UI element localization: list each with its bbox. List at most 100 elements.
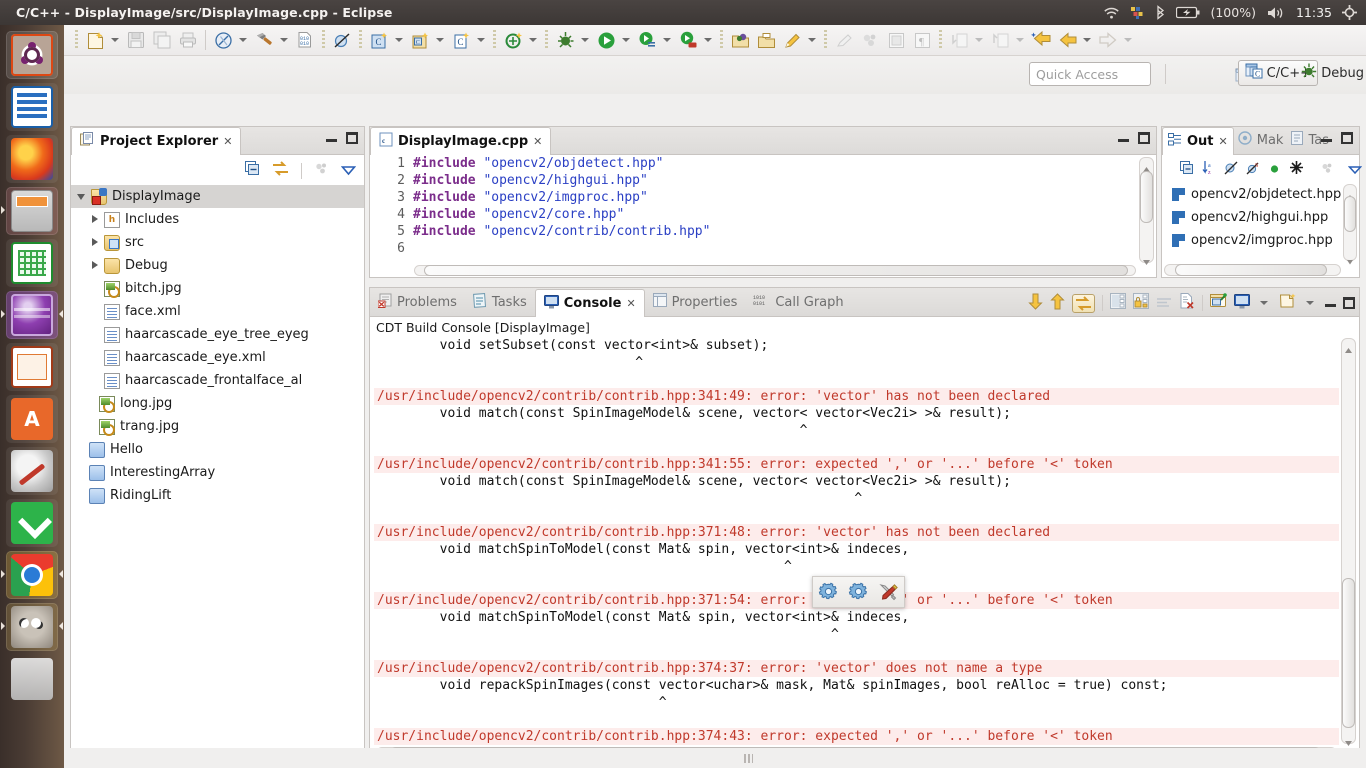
pencil-annotation-dropdown[interactable] [805,28,818,52]
tab-make-target[interactable]: Mak [1234,126,1288,154]
hover-toolbar[interactable] [812,576,905,608]
next-annotation-button[interactable] [947,28,971,52]
maximize-icon[interactable] [346,132,358,144]
tab-tasks[interactable]: Tasks [465,288,535,316]
console-output[interactable]: void setSubset(const vector<int>& subset… [374,337,1339,745]
new-wizard-button[interactable] [83,28,107,52]
pin-console-button[interactable] [1210,293,1227,313]
debug-button[interactable] [553,28,577,52]
quick-access-input[interactable]: Quick Access [1029,62,1151,86]
scroll-up-arrow-icon[interactable] [1141,159,1152,172]
word-wrap-button[interactable] [1156,294,1172,313]
hide-nonpublic-button[interactable] [1268,160,1281,179]
external-tools-dropdown[interactable] [701,28,714,52]
back-button[interactable] [1055,28,1079,52]
perspective-debug[interactable]: Debug [1295,60,1366,86]
twisty-closed-icon[interactable] [90,260,101,271]
display-console-dropdown[interactable] [1257,291,1270,315]
tree-item-debug[interactable]: Debug [71,254,364,277]
toolbar-drag-handle-5[interactable] [545,30,548,50]
pilcrow-button[interactable]: ¶ [910,28,934,52]
new-wizard-dropdown[interactable] [108,28,121,52]
scroll-down-arrow-icon[interactable] [1345,251,1355,265]
outline-item[interactable]: opencv2/objdetect.hpp [1162,183,1359,206]
build-all-dropdown[interactable] [236,28,249,52]
tab-call-graph[interactable]: 1010 0101 Call Graph [745,288,851,316]
launcher-item-google-chrome[interactable] [1,551,63,599]
build-settings-button[interactable] [816,580,840,604]
new-header-button[interactable]: C [449,28,473,52]
tree-item-face-xml[interactable]: face.xml [71,300,364,323]
tree-item-long-jpg[interactable]: long.jpg [71,392,364,415]
close-icon[interactable]: ✕ [223,135,232,148]
save-all-button[interactable] [150,28,174,52]
launcher-item-system-settings[interactable] [6,447,58,495]
launcher-item-libreoffice-writer[interactable] [6,83,58,131]
build-button[interactable] [252,28,276,52]
tab-outline[interactable]: Out ✕ [1162,127,1234,155]
tab-problems[interactable]: Problems [370,288,465,316]
scroll-down-arrow-icon[interactable] [1343,733,1354,746]
tree-item-trang-jpg[interactable]: trang.jpg [71,415,364,438]
launcher-item-software-updater[interactable] [6,499,58,547]
resize-handle[interactable] [744,754,753,763]
hide-macros-button[interactable] [1289,160,1304,179]
outline-item[interactable]: opencv2/highgui.hpp [1162,206,1359,229]
outline-list[interactable]: opencv2/objdetect.hpp opencv2/highgui.hp… [1162,183,1359,263]
launcher-item-ubuntu-software-center[interactable] [6,395,58,443]
tree-item-ridinglift[interactable]: RidingLift [71,484,364,507]
launcher-item-files[interactable] [1,187,58,235]
tree-item-displayimage[interactable]: DisplayImage [71,185,364,208]
new-class-dropdown[interactable] [392,28,405,52]
tree-item-haarcascade-eye-tree[interactable]: haarcascade_eye_tree_eyeg [71,323,364,346]
launcher-item-eclipse[interactable] [1,291,63,339]
scroll-up-arrow-icon[interactable] [1343,340,1354,353]
remove-console-button[interactable] [1179,293,1195,313]
next-annotation-dropdown[interactable] [972,28,985,52]
toolbar-drag-handle-6[interactable] [720,30,723,50]
new-source-file-dropdown[interactable] [433,28,446,52]
close-icon[interactable]: ✕ [1219,135,1228,148]
bubbles-icon[interactable] [1320,160,1334,179]
link-editor-button[interactable] [272,161,289,180]
back-dropdown[interactable] [1080,28,1093,52]
minimize-icon[interactable] [326,133,337,144]
run-dropdown[interactable] [619,28,632,52]
outline-vscrollbar[interactable] [1343,184,1357,265]
bluetooth-icon[interactable] [1155,5,1166,20]
profile-dropdown[interactable] [660,28,673,52]
toolbar-drag-handle-4[interactable] [493,30,496,50]
tree-item-includes[interactable]: Includes [71,208,364,231]
wifi-icon[interactable] [1103,6,1120,20]
clear-console-button[interactable] [1110,293,1126,313]
hide-static-button[interactable]: S [1246,160,1260,179]
tree-item-hello[interactable]: Hello [71,438,364,461]
launcher-item-firefox[interactable] [6,135,58,183]
new-source-file-button[interactable]: C [408,28,432,52]
console-vscrollbar[interactable] [1341,338,1356,746]
tab-properties[interactable]: Properties [645,288,746,316]
close-icon[interactable]: ✕ [626,297,635,310]
toolbar-drag-handle-7[interactable] [824,30,827,50]
tab-console[interactable]: Console ✕ [534,289,645,317]
last-edit-location-button[interactable] [1029,28,1053,52]
skip-breakpoints-button[interactable] [330,28,354,52]
open-folder-button[interactable] [754,28,778,52]
minimize-icon[interactable] [1118,133,1129,144]
outline-hscrollbar[interactable] [1164,264,1341,276]
project-settings-button[interactable] [846,580,870,604]
open-console-dropdown[interactable] [1303,291,1316,315]
launcher-item-libreoffice-impress[interactable] [6,343,58,391]
twisty-closed-icon[interactable] [90,214,101,225]
launcher-item-libreoffice-calc[interactable] [6,239,58,287]
tree-item-src[interactable]: src [71,231,364,254]
maximize-icon[interactable] [1138,132,1150,144]
toolbar-drag-handle[interactable] [75,30,78,50]
new-header-dropdown[interactable] [474,28,487,52]
previous-annotation-button[interactable] [988,28,1012,52]
tree-item-bitch-jpg[interactable]: bitch.jpg [71,277,364,300]
launcher-item-ubuntu-dash[interactable] [6,31,58,79]
open-console-button[interactable] [1279,293,1296,313]
collapse-all-button[interactable] [245,161,260,180]
twisty-open-icon[interactable] [77,191,88,202]
